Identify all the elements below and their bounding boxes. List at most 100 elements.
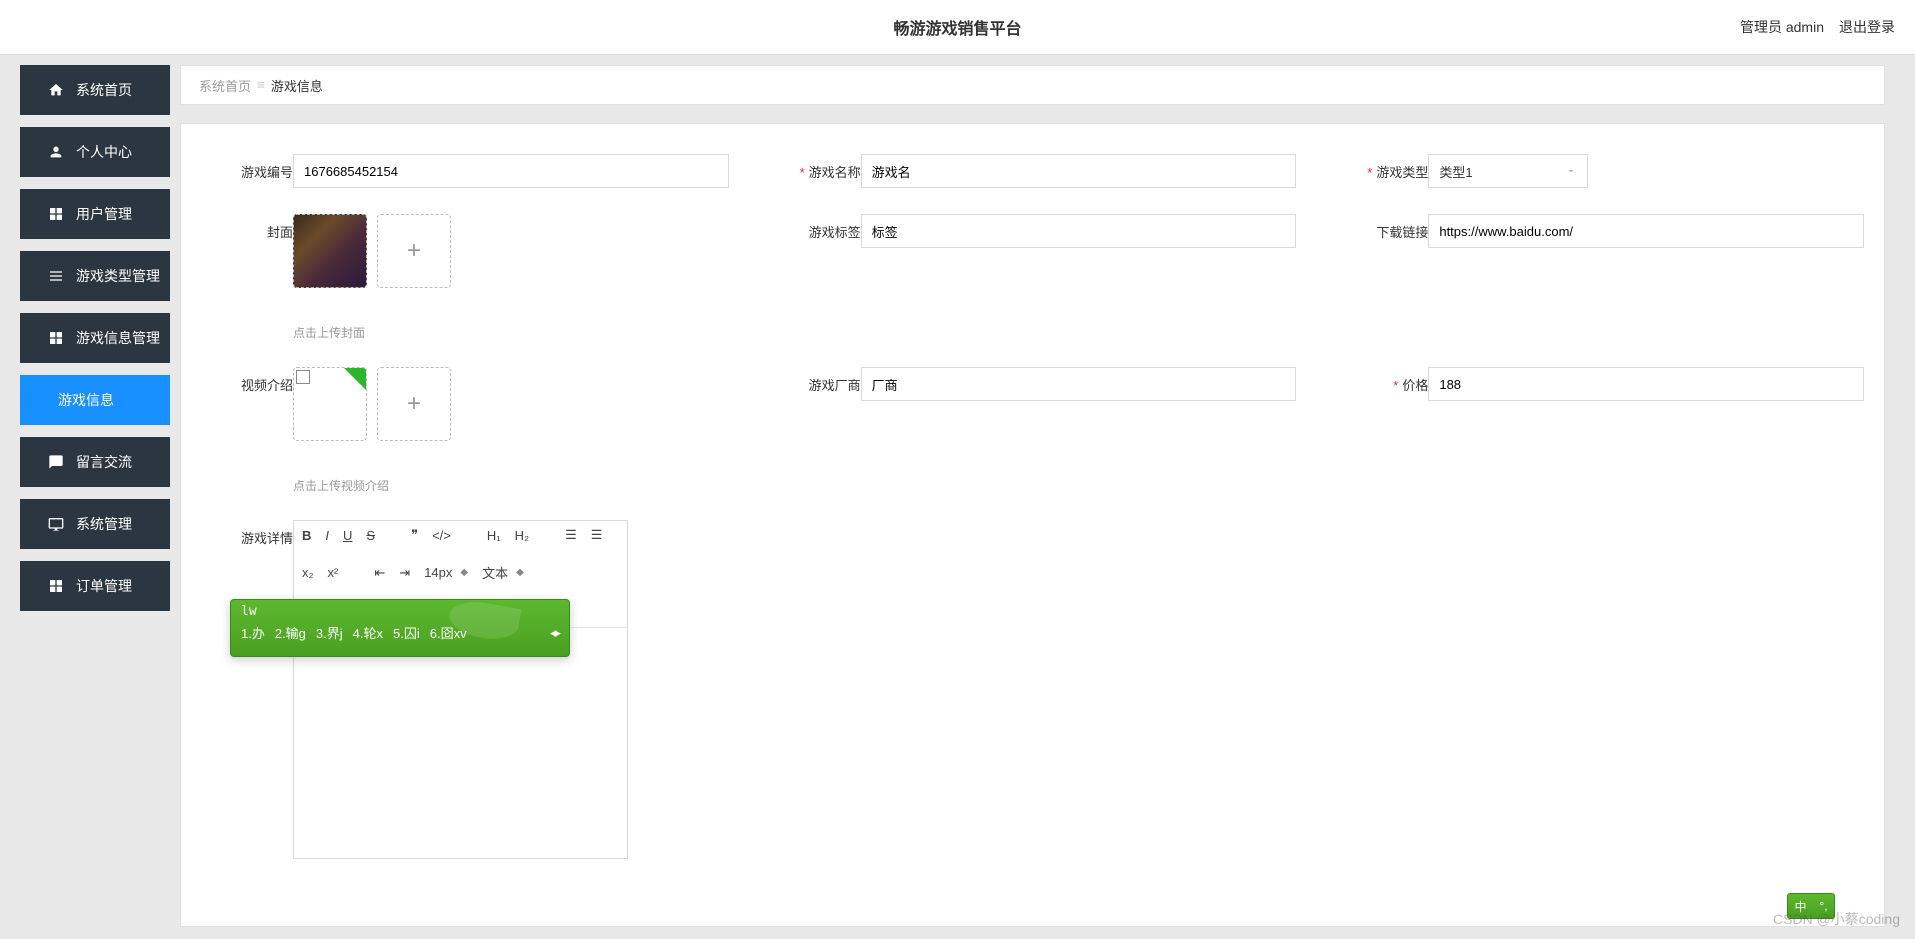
watermark: CSDN @小蔡coding: [1773, 909, 1900, 929]
bold-button[interactable]: B: [302, 528, 311, 543]
sidebar-item-game-info-sub[interactable]: 游戏信息: [20, 375, 170, 425]
code-button[interactable]: </>: [432, 528, 451, 543]
input-vendor[interactable]: [861, 367, 1297, 401]
header-right: 管理员 admin 退出登录: [1740, 17, 1895, 37]
italic-button[interactable]: I: [325, 528, 329, 543]
video-hint: 点击上传视频介绍: [293, 477, 729, 494]
ime-candidate[interactable]: 2.输g: [275, 623, 306, 642]
sidebar-item-messages[interactable]: 留言交流: [20, 437, 170, 487]
font-size-select[interactable]: 14px◆: [424, 565, 468, 580]
underline-button[interactable]: U: [343, 528, 352, 543]
admin-label[interactable]: 管理员 admin: [1740, 17, 1824, 37]
sidebar-item-game-types[interactable]: 游戏类型管理: [20, 251, 170, 301]
label-game-tag: 游戏标签: [769, 214, 861, 241]
label-detail: 游戏详情: [201, 520, 293, 547]
field-vendor: 游戏厂商: [769, 367, 1297, 401]
grid-icon: [48, 578, 64, 594]
chat-icon: [48, 454, 64, 470]
ime-candidate-popup[interactable]: lw 1.办 2.输g 3.界j 4.轮x 5.囚i 6.囵xv ◂▸: [230, 599, 570, 657]
sidebar-item-label: 游戏类型管理: [76, 266, 160, 286]
video-thumbnail[interactable]: [293, 367, 367, 441]
input-game-name[interactable]: [861, 154, 1297, 188]
h2-button[interactable]: H₂: [515, 528, 529, 543]
upload-video-button[interactable]: +: [377, 367, 451, 441]
ime-candidate[interactable]: 1.办: [241, 623, 265, 642]
monitor-icon: [48, 516, 64, 532]
input-game-tag[interactable]: [861, 214, 1297, 248]
field-game-name: *游戏名称: [769, 154, 1297, 188]
h1-button[interactable]: H₁: [487, 528, 501, 543]
text-style-select[interactable]: 文本◆: [482, 563, 524, 582]
label-vendor: 游戏厂商: [769, 367, 861, 394]
label-download: 下载链接: [1336, 214, 1428, 241]
editor-content[interactable]: lw: [294, 628, 627, 858]
main: 系统首页 ≡ 游戏信息 游戏编号 *游戏名称 *游戏类型 类型1: [170, 55, 1915, 939]
sidebar-item-label: 用户管理: [76, 204, 132, 224]
sidebar-item-game-info[interactable]: 游戏信息管理: [20, 313, 170, 363]
field-game-tag: 游戏标签: [769, 214, 1297, 248]
outdent-button[interactable]: ⇥: [399, 565, 410, 581]
label-game-id: 游戏编号: [201, 154, 293, 181]
field-cover: 封面 + 点击上传封面: [201, 214, 729, 341]
sidebar-item-label: 订单管理: [76, 576, 132, 596]
field-price: *价格: [1336, 367, 1864, 401]
select-game-type[interactable]: 类型1: [1428, 154, 1588, 188]
plus-icon: +: [407, 390, 421, 418]
plus-icon: +: [407, 237, 421, 265]
sidebar-item-users[interactable]: 用户管理: [20, 189, 170, 239]
sidebar-item-label: 系统首页: [76, 80, 132, 100]
label-game-name: *游戏名称: [769, 154, 861, 181]
quote-button[interactable]: ❞: [411, 527, 418, 543]
input-download[interactable]: [1428, 214, 1864, 248]
upload-cover-button[interactable]: +: [377, 214, 451, 288]
rich-editor: B I U S ❞ </> H₁ H₂ ☰ ☰: [293, 520, 628, 859]
cover-thumbnail[interactable]: [293, 214, 367, 288]
subscript-button[interactable]: x₂: [302, 565, 314, 580]
sidebar-item-home[interactable]: 系统首页: [20, 65, 170, 115]
ordered-list-button[interactable]: ☰: [565, 527, 577, 543]
sidebar-item-label: 系统管理: [76, 514, 132, 534]
broken-image-icon: [296, 370, 310, 384]
sidebar: 系统首页 个人中心 用户管理 游戏类型管理 游戏信息管理 游戏信息 留言交流 系…: [0, 55, 170, 939]
breadcrumb: 系统首页 ≡ 游戏信息: [180, 65, 1885, 105]
field-video: 视频介绍 + 点击上传视频介绍: [201, 367, 729, 494]
sidebar-item-orders[interactable]: 订单管理: [20, 561, 170, 611]
label-cover: 封面: [201, 214, 293, 241]
sidebar-item-label: 游戏信息: [58, 390, 114, 410]
input-price[interactable]: [1428, 367, 1864, 401]
superscript-button[interactable]: x²: [328, 565, 339, 580]
chevron-down-icon: [1565, 165, 1577, 177]
field-game-id: 游戏编号: [201, 154, 729, 188]
field-detail: 游戏详情 B I U S ❞ </> H₁ H₂: [201, 520, 628, 859]
unordered-list-button[interactable]: ☰: [591, 527, 603, 543]
sidebar-item-profile[interactable]: 个人中心: [20, 127, 170, 177]
ime-candidate[interactable]: 4.轮x: [353, 623, 383, 642]
grid-icon: [48, 206, 64, 222]
select-value: 类型1: [1439, 162, 1472, 181]
ime-candidate[interactable]: 5.囚i: [393, 623, 420, 642]
grid-icon: [48, 330, 64, 346]
sidebar-item-label: 个人中心: [76, 142, 132, 162]
corner-success-icon: [344, 368, 366, 390]
breadcrumb-root[interactable]: 系统首页: [199, 76, 251, 95]
ime-candidate[interactable]: 3.界j: [316, 623, 343, 642]
sidebar-item-label: 留言交流: [76, 452, 132, 472]
person-icon: [48, 144, 64, 160]
field-game-type: *游戏类型 类型1: [1336, 154, 1864, 188]
list-icon: [48, 268, 64, 284]
sidebar-item-system[interactable]: 系统管理: [20, 499, 170, 549]
indent-button[interactable]: ⇤: [374, 565, 385, 581]
label-game-type: *游戏类型: [1336, 154, 1428, 181]
breadcrumb-separator: ≡: [257, 78, 265, 93]
ime-page-nav[interactable]: ◂▸: [550, 625, 559, 641]
field-download: 下载链接: [1336, 214, 1864, 248]
header: 畅游游戏销售平台 管理员 admin 退出登录: [0, 0, 1915, 55]
sidebar-item-label: 游戏信息管理: [76, 328, 160, 348]
cover-hint: 点击上传封面: [293, 324, 729, 341]
breadcrumb-current: 游戏信息: [271, 76, 323, 95]
label-video: 视频介绍: [201, 367, 293, 394]
logout-link[interactable]: 退出登录: [1839, 17, 1895, 37]
app-title: 畅游游戏销售平台: [893, 15, 1021, 39]
input-game-id[interactable]: [293, 154, 729, 188]
strikethrough-button[interactable]: S: [366, 528, 375, 543]
